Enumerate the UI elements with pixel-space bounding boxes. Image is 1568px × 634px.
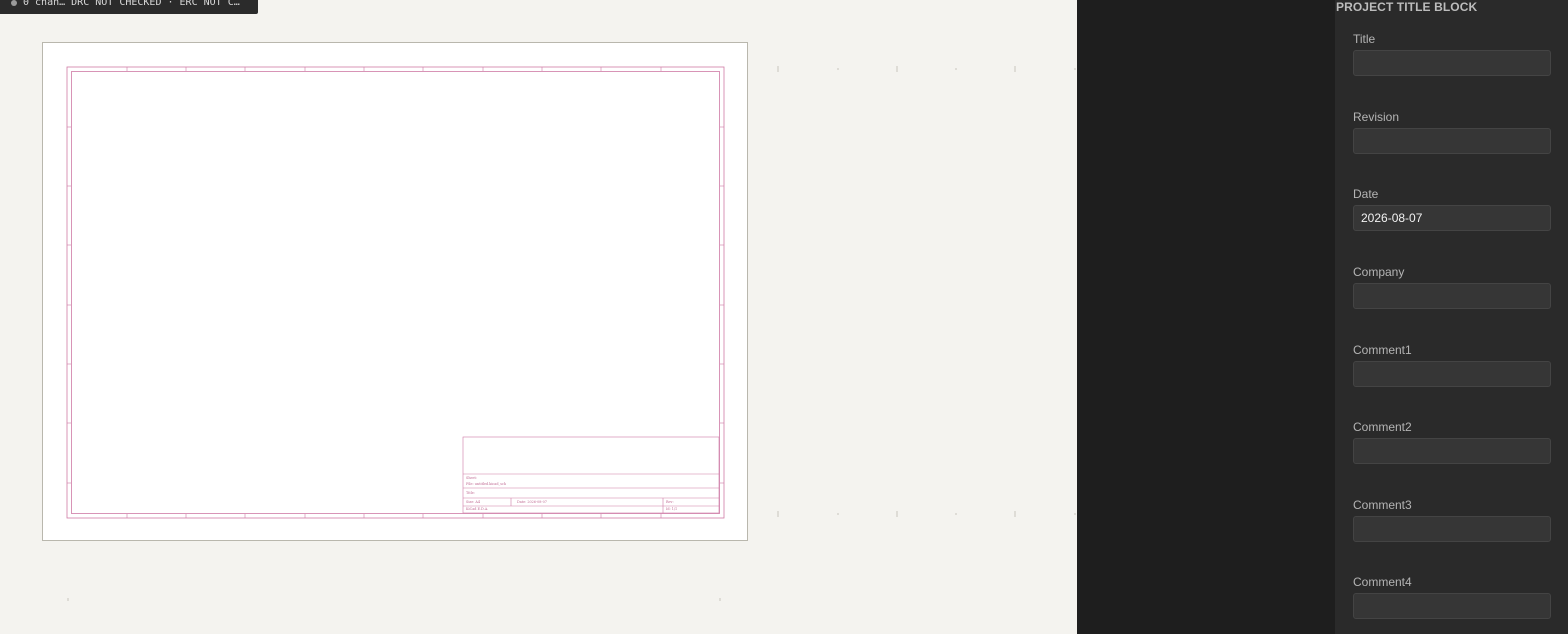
comment3-input[interactable]	[1353, 516, 1551, 542]
comment3-field: Comment3	[1353, 497, 1551, 542]
company-field: Company	[1353, 264, 1551, 309]
revision-field-label: Revision	[1353, 110, 1400, 124]
schematic-sheet[interactable]: Sheet: File: untitled.kicad_sch Title: S…	[42, 42, 748, 541]
comment1-field: Comment1	[1353, 342, 1551, 387]
comment2-field-label: Comment2	[1353, 420, 1412, 434]
sheet-frame: Sheet: File: untitled.kicad_sch Title: S…	[66, 66, 725, 519]
title-input[interactable]	[1353, 50, 1551, 76]
date-field-label: Date	[1353, 187, 1379, 201]
comment3-field-label: Comment3	[1353, 498, 1412, 512]
title-block-panel: PROJECT TITLE BLOCK Title Revision Date …	[1335, 0, 1568, 634]
comment2-field: Comment2	[1353, 419, 1551, 464]
date-field: Date	[1353, 186, 1551, 231]
comment4-field-label: Comment4	[1353, 575, 1412, 589]
tb-sheet-label: Sheet:	[466, 476, 477, 480]
date-input[interactable]	[1353, 205, 1551, 231]
comment2-input[interactable]	[1353, 438, 1551, 464]
title-field-label: Title	[1353, 32, 1376, 46]
comment4-input[interactable]	[1353, 593, 1551, 619]
comment1-input[interactable]	[1353, 361, 1551, 387]
comment4-field: Comment4	[1353, 574, 1551, 619]
title-field: Title	[1353, 31, 1551, 76]
schematic-canvas[interactable]: 0 chan… DRC NOT CHECKED · ERC NOT C… She…	[0, 0, 1077, 634]
revision-input[interactable]	[1353, 128, 1551, 154]
tb-kicad-label: KiCad E.D.A.	[466, 507, 488, 511]
tb-rev-label: Rev:	[666, 500, 674, 504]
panel-title: PROJECT TITLE BLOCK	[1336, 0, 1478, 14]
tb-file-label: File: untitled.kicad_sch	[466, 482, 507, 486]
tb-size-label: Size: A4	[466, 500, 480, 504]
tb-title-label: Title:	[466, 491, 475, 495]
title-block	[462, 436, 720, 514]
tb-date-label: Date: 2026-08-07	[517, 500, 547, 504]
comment1-field-label: Comment1	[1353, 343, 1412, 357]
tb-id-label: Id: 1/1	[666, 507, 677, 511]
revision-field: Revision	[1353, 109, 1551, 154]
canvas-overlay-dark	[1077, 0, 1335, 634]
company-input[interactable]	[1353, 283, 1551, 309]
company-field-label: Company	[1353, 265, 1405, 279]
